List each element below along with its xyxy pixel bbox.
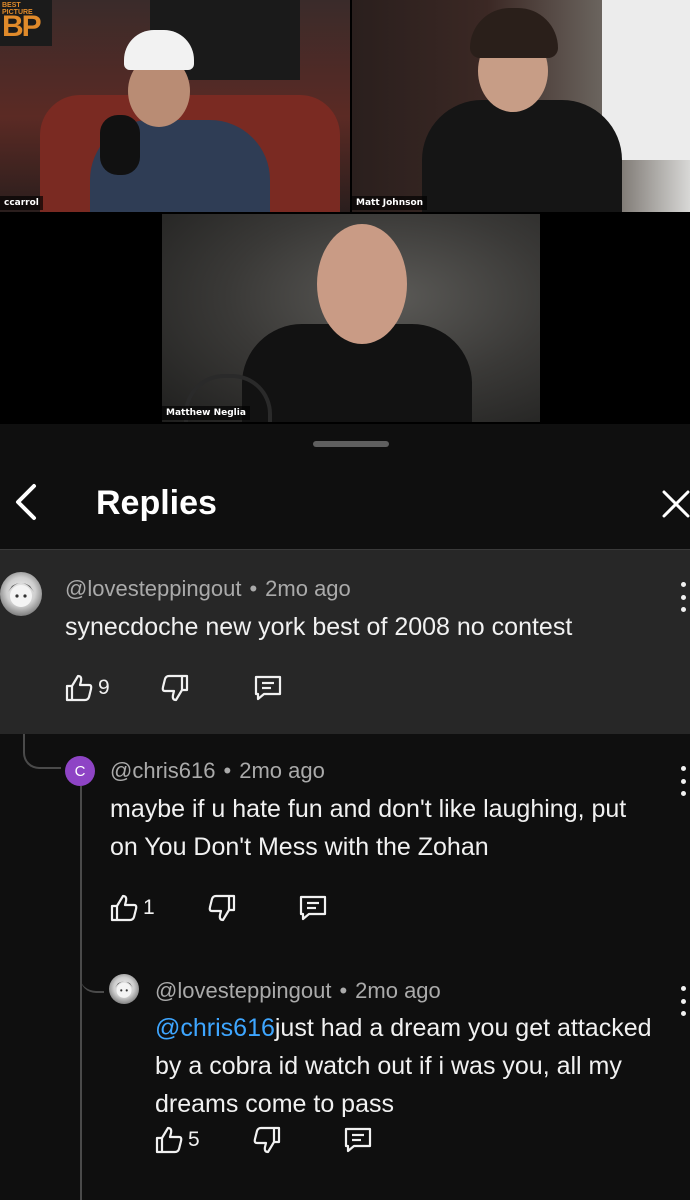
video-player[interactable]: BEST PICTURE BP ccarrol Matt Johnson Mat… <box>0 0 690 424</box>
comment-text-body: synecdoche new york best of 2008 no cont… <box>65 613 573 641</box>
comment-item: @lovesteppingout • 2mo ago synecdoche new … <box>0 550 690 734</box>
comment-text-body: maybe if u hate fun and don't like laugh… <box>110 795 627 861</box>
participant-tile-3: Matthew Neglia <box>162 214 540 422</box>
comment-text: maybe if u hate fun and don't like laugh… <box>110 790 650 866</box>
thumbs-down-icon <box>161 674 188 702</box>
comment-meta: @lovesteppingout • 2mo ago <box>65 576 351 601</box>
podcast-logo-big: BP <box>2 10 42 43</box>
reply-button[interactable] <box>297 893 329 923</box>
chevron-left-icon <box>16 484 36 520</box>
comment-item: @lovesteppingout • 2mo ago @chris616just h… <box>0 954 690 1200</box>
like-count: 1 <box>143 896 155 919</box>
thumbs-down-icon <box>208 894 235 922</box>
more-options-button[interactable] <box>678 766 688 796</box>
person-torso <box>422 100 622 212</box>
thumbs-up-icon <box>65 674 93 702</box>
comment-item: C @chris616 • 2mo ago maybe if u hate fun … <box>0 734 690 954</box>
replies-header: Replies <box>0 464 690 550</box>
comment-text: @chris616just had a dream you get attack… <box>155 1009 655 1123</box>
comment-meta: @chris616 • 2mo ago <box>110 758 325 783</box>
comment-actions: 9 <box>64 668 284 708</box>
like-button[interactable]: 1 <box>109 893 155 923</box>
person-head <box>317 224 407 344</box>
reply-comment-icon <box>344 1127 371 1153</box>
participant-name: Matt Johnson <box>352 196 428 210</box>
reply-comment-icon <box>254 675 281 701</box>
dislike-button[interactable] <box>160 673 190 703</box>
comment-author[interactable]: @lovesteppingout <box>65 576 241 601</box>
close-icon <box>662 490 690 518</box>
hair <box>470 8 558 58</box>
reply-comment-icon <box>299 895 326 921</box>
anime-avatar-icon[interactable] <box>0 572 42 616</box>
close-button[interactable] <box>656 484 690 524</box>
mention-link[interactable]: @chris616 <box>155 1014 275 1042</box>
comment-actions: 1 <box>109 888 329 928</box>
drag-handle[interactable] <box>313 441 389 447</box>
user-avatar[interactable]: C <box>65 756 95 786</box>
comment-time: 2mo ago <box>239 758 325 783</box>
comment-author[interactable]: @chris616 <box>110 758 216 783</box>
participant-name: ccarrol <box>0 196 43 210</box>
page-title: Replies <box>96 484 217 522</box>
participant-name: Matthew Neglia <box>162 406 250 420</box>
avatar-letter: C <box>74 762 86 780</box>
more-options-button[interactable] <box>678 582 688 612</box>
participant-tile-1: BEST PICTURE BP ccarrol <box>0 0 350 212</box>
comment-meta: @lovesteppingout • 2mo ago <box>155 978 441 1003</box>
like-button[interactable]: 5 <box>154 1125 200 1155</box>
back-button[interactable] <box>6 480 46 524</box>
thumbs-up-icon <box>110 894 138 922</box>
replies-sheet: Replies @lovesteppingout • 2mo ago synecdo… <box>0 424 690 1200</box>
like-count: 5 <box>188 1128 200 1151</box>
thumbs-down-icon <box>253 1126 280 1154</box>
comment-actions: 5 <box>154 1120 374 1160</box>
participant-tile-2: Matt Johnson <box>352 0 690 212</box>
like-count: 9 <box>98 676 110 699</box>
comment-author[interactable]: @lovesteppingout <box>155 978 331 1003</box>
reply-button[interactable] <box>252 673 284 703</box>
like-button[interactable]: 9 <box>64 673 110 703</box>
more-options-button[interactable] <box>678 986 688 1016</box>
podcast-logo: BEST PICTURE BP <box>0 0 52 46</box>
comment-time: 2mo ago <box>355 978 441 1003</box>
thumbs-up-icon <box>155 1126 183 1154</box>
comment-text: synecdoche new york best of 2008 no cont… <box>65 608 655 646</box>
anime-avatar-icon[interactable] <box>109 974 139 1004</box>
comment-time: 2mo ago <box>265 576 351 601</box>
microphone <box>100 115 140 175</box>
dislike-button[interactable] <box>207 893 237 923</box>
dislike-button[interactable] <box>252 1125 282 1155</box>
reply-button[interactable] <box>342 1125 374 1155</box>
